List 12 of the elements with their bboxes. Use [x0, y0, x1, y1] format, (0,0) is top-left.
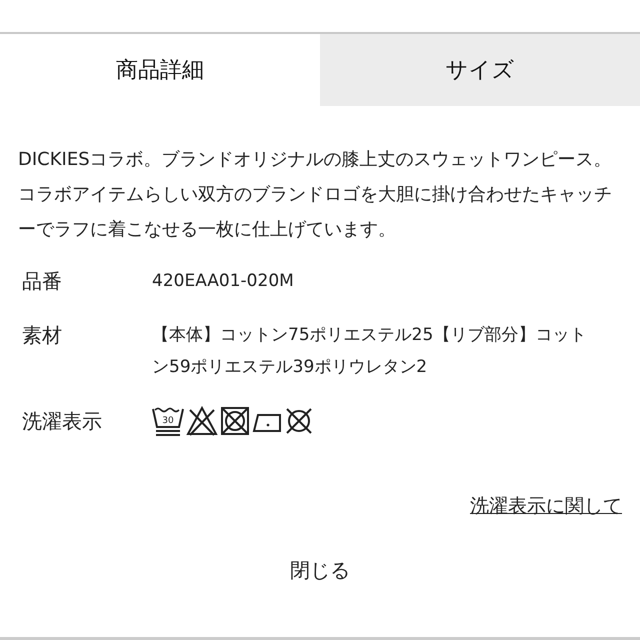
spec-label: 品番: [22, 268, 63, 295]
spec-value: 【本体】コットン75ポリエステル25【リブ部分】コットン59ポリエステル39ポリウレタン2: [152, 324, 588, 379]
tab[interactable]: サイズ: [320, 34, 640, 106]
close-button[interactable]: 閉じる: [280, 553, 360, 588]
crossed-circle-icon: [284, 406, 314, 436]
care-info-link[interactable]: 洗濯表示に関して: [470, 493, 622, 519]
spec-label: 素材: [22, 322, 63, 349]
crossed-square-icon: [220, 406, 250, 436]
product-description: DICKIESコラボ。ブランドオリジナルの膝上丈のスウェットワンピース。コラボアイテムらしい双方のブランドロゴを大胆に掛け合わせたキャッチーでラフに着こなせる一枚に仕上げています。: [18, 148, 613, 242]
spec-value: 420EAA01-020M: [152, 270, 295, 293]
spec-label: 洗濯表示: [22, 408, 103, 435]
crossed-triangle-icon: [186, 405, 218, 437]
